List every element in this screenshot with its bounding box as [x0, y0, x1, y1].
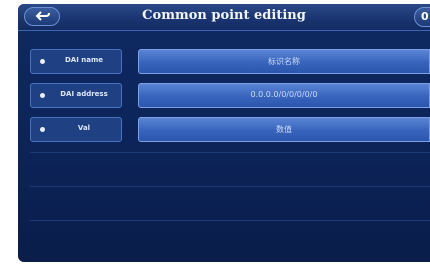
bullet-icon [40, 59, 45, 64]
field-value: 0.0.0.0/0/0/0/0/0 [250, 90, 318, 99]
field-value: 标识名称 [268, 57, 300, 66]
row-divider [30, 220, 430, 221]
row-divider [30, 186, 430, 187]
field-value: 数值 [276, 125, 292, 134]
field-label-box: DAI name [30, 49, 122, 74]
title-bar: Common point editing 0 [18, 4, 430, 31]
field-label-box: DAI address [30, 83, 122, 108]
dai-name-input[interactable]: 标识名称 [138, 49, 430, 74]
dai-address-input[interactable]: 0.0.0.0/0/0/0/0/0 [138, 83, 430, 108]
field-label: DAI address [60, 90, 108, 98]
field-label: DAI name [64, 56, 104, 64]
field-row-dai-address: DAI address 0.0.0.0/0/0/0/0/0 [30, 83, 430, 108]
bullet-icon [40, 93, 45, 98]
edit-screen: Common point editing 0 DAI name 标识名称 DAI… [18, 4, 430, 262]
field-label-box: Val [30, 117, 122, 142]
field-row-val: Val 数值 [30, 117, 430, 142]
page-title: Common point editing [142, 8, 306, 23]
bullet-icon [40, 127, 45, 132]
field-label: Val [77, 124, 91, 132]
field-row-dai-name: DAI name 标识名称 [30, 49, 430, 74]
row-divider [30, 152, 430, 153]
val-input[interactable]: 数值 [138, 117, 430, 142]
corner-button[interactable]: 0 [414, 7, 430, 27]
